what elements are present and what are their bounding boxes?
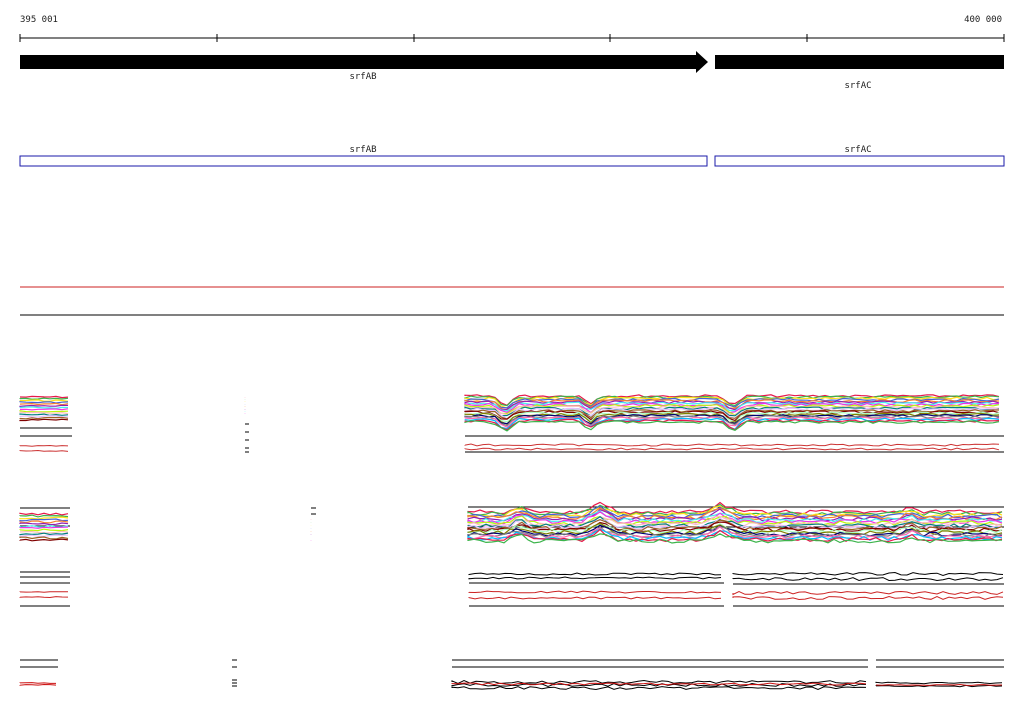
profile-red-line [19,596,69,599]
gene-box-label-srfab: srfAB [349,145,376,155]
profile-line [19,401,69,404]
profile-line [19,526,69,529]
gene-arrow-srfac[interactable] [715,51,1004,73]
profile-line [19,536,69,540]
profile-black-line [875,684,1003,688]
gene-label-srfab: srfAB [349,72,376,82]
profile-black-line [732,577,1004,582]
profile-line [19,522,69,526]
gene-label-srfac: srfAC [844,81,871,91]
profile-red-line [19,591,69,593]
gene-box-label-srfac: srfAC [844,145,871,155]
profile-line [19,408,69,411]
coordinate-ruler: 395 001 400 000 [19,15,1005,42]
profile-red-line [19,449,69,452]
profile-panel-row-3 [19,571,1004,607]
profile-black-line [468,572,722,576]
genome-browser-canvas: 395 001 400 000 srfAB srfAC srfAB srfAC [19,15,1005,691]
profile-red-line [468,596,722,600]
profile-red-line [19,683,57,686]
ruler-end-label: 400 000 [964,15,1002,25]
profile-line [19,410,69,413]
profile-panel-row-2 [19,501,1004,544]
profile-black-line [451,686,867,691]
profile-red-line [732,590,1004,596]
profile-black-line [468,576,722,580]
profile-red-line [468,590,722,594]
profile-line [19,532,69,536]
profile-line [19,406,69,409]
profile-line [19,512,69,516]
profile-line [19,413,69,417]
profile-line [19,411,69,415]
profile-red-line [451,682,867,686]
gene-box-track: srfAB srfAC [19,145,1005,167]
profile-line [19,415,68,418]
profile-red-line [464,443,1000,447]
profile-line [19,404,69,408]
profile-black-line [451,679,867,685]
profile-line [19,516,69,520]
profile-line [19,518,69,522]
profile-line [19,528,69,532]
profile-line [19,395,69,399]
profile-red-line [732,595,1004,601]
profile-line [19,399,69,402]
profile-red-line [464,447,1000,451]
profile-panel-row-4 [19,659,1004,691]
gene-box-srfac[interactable] [714,155,1005,167]
profile-line [19,538,69,542]
gene-box-srfab[interactable] [19,155,708,167]
profile-panel-row-1 [19,394,1004,453]
gene-track: srfAB srfAC [20,51,1004,91]
profile-line [19,418,69,422]
profile-black-line [732,571,1004,577]
profile-red-line [19,444,69,447]
ruler-start-label: 395 001 [20,15,58,25]
profile-line [19,534,69,538]
profile-line [19,416,69,420]
profile-line [19,402,69,406]
gene-arrow-srfab[interactable] [20,51,708,73]
expression-profile-tracks [19,394,1004,691]
profile-line [19,397,69,400]
profile-line [19,520,69,524]
profile-red-line [19,682,56,684]
profile-black-line [875,681,1003,685]
